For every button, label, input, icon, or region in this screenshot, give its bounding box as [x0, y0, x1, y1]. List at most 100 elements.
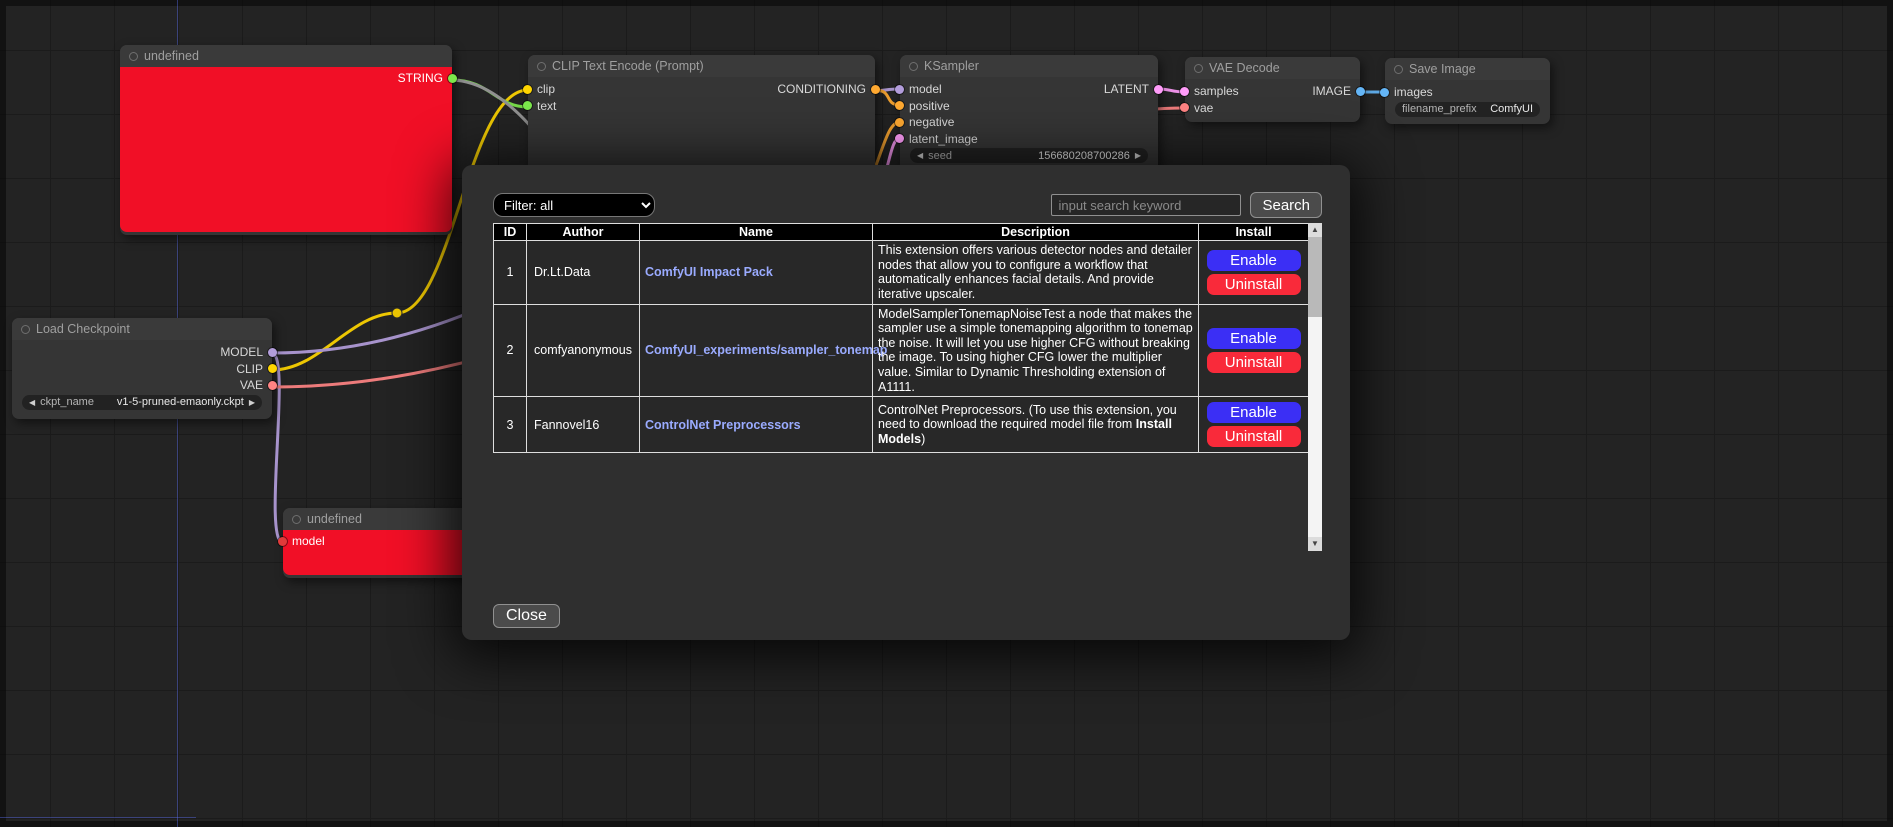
latent-slot-icon[interactable] — [1180, 87, 1189, 96]
enable-button[interactable]: Enable — [1207, 402, 1301, 423]
conditioning-slot-icon[interactable] — [895, 101, 904, 110]
collapse-toggle-icon[interactable] — [1394, 65, 1403, 74]
enable-button[interactable]: Enable — [1207, 250, 1301, 271]
filename-prefix-widget[interactable]: filename_prefix ComfyUI — [1395, 102, 1540, 117]
node-title-bar[interactable]: Save Image — [1385, 58, 1550, 80]
scroll-down-icon[interactable]: ▼ — [1308, 537, 1322, 551]
input-slot-vae[interactable]: vae — [1192, 101, 1213, 115]
col-header-install: Install — [1199, 224, 1309, 241]
clip-slot-icon[interactable] — [268, 364, 277, 373]
input-slot-text[interactable]: text — [535, 99, 556, 113]
cell-author: comfyanonymous — [527, 304, 640, 397]
cell-id: 2 — [494, 304, 527, 397]
dialog-toolbar: Filter: all Search — [493, 192, 1322, 218]
input-slot-negative[interactable]: negative — [907, 115, 954, 129]
node-title-bar[interactable]: CLIP Text Encode (Prompt) — [528, 55, 875, 77]
table-row: 2 comfyanonymous ComfyUI_experiments/sam… — [494, 304, 1309, 397]
string-slot-icon[interactable] — [448, 74, 457, 83]
node-title: VAE Decode — [1209, 61, 1280, 75]
widget-value[interactable]: v1-5-pruned-emaonly.ckpt — [117, 396, 244, 408]
extension-link[interactable]: ComfyUI Impact Pack — [645, 265, 773, 279]
collapse-toggle-icon[interactable] — [1194, 64, 1203, 73]
scrollbar-thumb[interactable] — [1308, 237, 1322, 317]
output-slot-latent[interactable]: LATENT — [1104, 82, 1151, 96]
increment-arrow-icon[interactable]: ▶ — [1135, 148, 1141, 163]
scroll-up-icon[interactable]: ▲ — [1308, 223, 1322, 237]
node-title-bar[interactable]: undefined — [283, 508, 469, 530]
seed-widget-value[interactable]: 156680208700286 — [1038, 150, 1130, 162]
cell-id: 3 — [494, 397, 527, 453]
input-slot-positive[interactable]: positive — [907, 99, 950, 113]
node-title: Load Checkpoint — [36, 322, 130, 336]
extension-link[interactable]: ComfyUI_experiments/sampler_tonemap — [645, 343, 887, 357]
latent-slot-icon[interactable] — [895, 134, 904, 143]
output-slot-string[interactable]: STRING — [398, 71, 445, 85]
vae-slot-icon[interactable] — [268, 381, 277, 390]
output-slot-image[interactable]: IMAGE — [1312, 84, 1353, 98]
image-slot-icon[interactable] — [1380, 88, 1389, 97]
node-error-body: STRING — [120, 67, 452, 232]
widget-value[interactable]: ComfyUI — [1490, 103, 1533, 115]
collapse-toggle-icon[interactable] — [21, 325, 30, 334]
node-undefined-bottom[interactable]: undefined model — [283, 508, 469, 578]
col-header-author: Author — [527, 224, 640, 241]
node-title: CLIP Text Encode (Prompt) — [552, 59, 704, 73]
node-save-image[interactable]: Save Image images filename_prefix ComfyU… — [1385, 58, 1550, 124]
node-title: undefined — [307, 512, 362, 526]
node-title-bar[interactable]: KSampler — [900, 55, 1158, 77]
input-slot-model[interactable]: model — [907, 82, 942, 96]
col-header-id: ID — [494, 224, 527, 241]
widget-label: filename_prefix — [1402, 103, 1477, 115]
enable-button[interactable]: Enable — [1207, 328, 1301, 349]
next-arrow-icon[interactable]: ▶ — [249, 395, 255, 410]
collapse-toggle-icon[interactable] — [909, 62, 918, 71]
cell-description: ModelSamplerTonemapNoiseTest a node that… — [878, 307, 1193, 395]
output-slot-model[interactable]: MODEL — [220, 345, 265, 359]
comfyui-graph-canvas[interactable]: undefined STRING CLIP Text Encode (Promp… — [0, 0, 1893, 827]
previous-arrow-icon[interactable]: ◀ — [29, 395, 35, 410]
col-header-name: Name — [640, 224, 873, 241]
node-undefined-top[interactable]: undefined STRING — [120, 45, 452, 235]
uninstall-button[interactable]: Uninstall — [1207, 352, 1301, 373]
extension-link[interactable]: ControlNet Preprocessors — [645, 418, 801, 432]
input-slot-clip[interactable]: clip — [535, 82, 555, 96]
node-load-checkpoint[interactable]: Load Checkpoint MODEL CLIP VAE — [12, 318, 272, 419]
search-input[interactable] — [1051, 194, 1241, 216]
node-title-bar[interactable]: VAE Decode — [1185, 57, 1360, 79]
output-slot-conditioning[interactable]: CONDITIONING — [777, 82, 868, 96]
model-slot-icon[interactable] — [268, 348, 277, 357]
collapse-toggle-icon[interactable] — [292, 515, 301, 524]
conditioning-slot-icon[interactable] — [895, 118, 904, 127]
filter-select[interactable]: Filter: all — [493, 193, 655, 217]
ckpt-name-widget[interactable]: ◀ ckpt_name v1-5-pruned-emaonly.ckpt ▶ — [22, 395, 262, 410]
seed-widget[interactable]: ◀ seed 156680208700286 ▶ — [910, 148, 1148, 163]
input-slot-latent-image[interactable]: latent_image — [907, 132, 978, 146]
close-button[interactable]: Close — [493, 604, 560, 628]
node-vae-decode[interactable]: VAE Decode samples IMAGE vae — [1185, 57, 1360, 122]
decrement-arrow-icon[interactable]: ◀ — [917, 148, 923, 163]
node-title-bar[interactable]: undefined — [120, 45, 452, 67]
input-slot-model[interactable]: model — [290, 534, 325, 548]
output-slot-vae[interactable]: VAE — [240, 378, 265, 392]
search-button[interactable]: Search — [1250, 192, 1322, 218]
latent-slot-icon[interactable] — [1154, 85, 1163, 94]
widget-label: ckpt_name — [40, 396, 94, 408]
node-title: undefined — [144, 49, 199, 63]
model-slot-icon[interactable] — [278, 537, 287, 546]
conditioning-slot-icon[interactable] — [871, 85, 880, 94]
collapse-toggle-icon[interactable] — [537, 62, 546, 71]
uninstall-button[interactable]: Uninstall — [1207, 426, 1301, 447]
clip-slot-icon[interactable] — [523, 85, 532, 94]
string-slot-icon[interactable] — [523, 101, 532, 110]
node-title-bar[interactable]: Load Checkpoint — [12, 318, 272, 340]
table-scrollbar[interactable]: ▲ ▼ — [1308, 223, 1322, 551]
input-slot-samples[interactable]: samples — [1192, 84, 1239, 98]
model-slot-icon[interactable] — [895, 85, 904, 94]
collapse-toggle-icon[interactable] — [129, 52, 138, 61]
vae-slot-icon[interactable] — [1180, 103, 1189, 112]
link-reroute-dot[interactable] — [392, 308, 402, 318]
image-slot-icon[interactable] — [1356, 87, 1365, 96]
output-slot-clip[interactable]: CLIP — [236, 362, 265, 376]
input-slot-images[interactable]: images — [1392, 85, 1433, 99]
uninstall-button[interactable]: Uninstall — [1207, 274, 1301, 295]
